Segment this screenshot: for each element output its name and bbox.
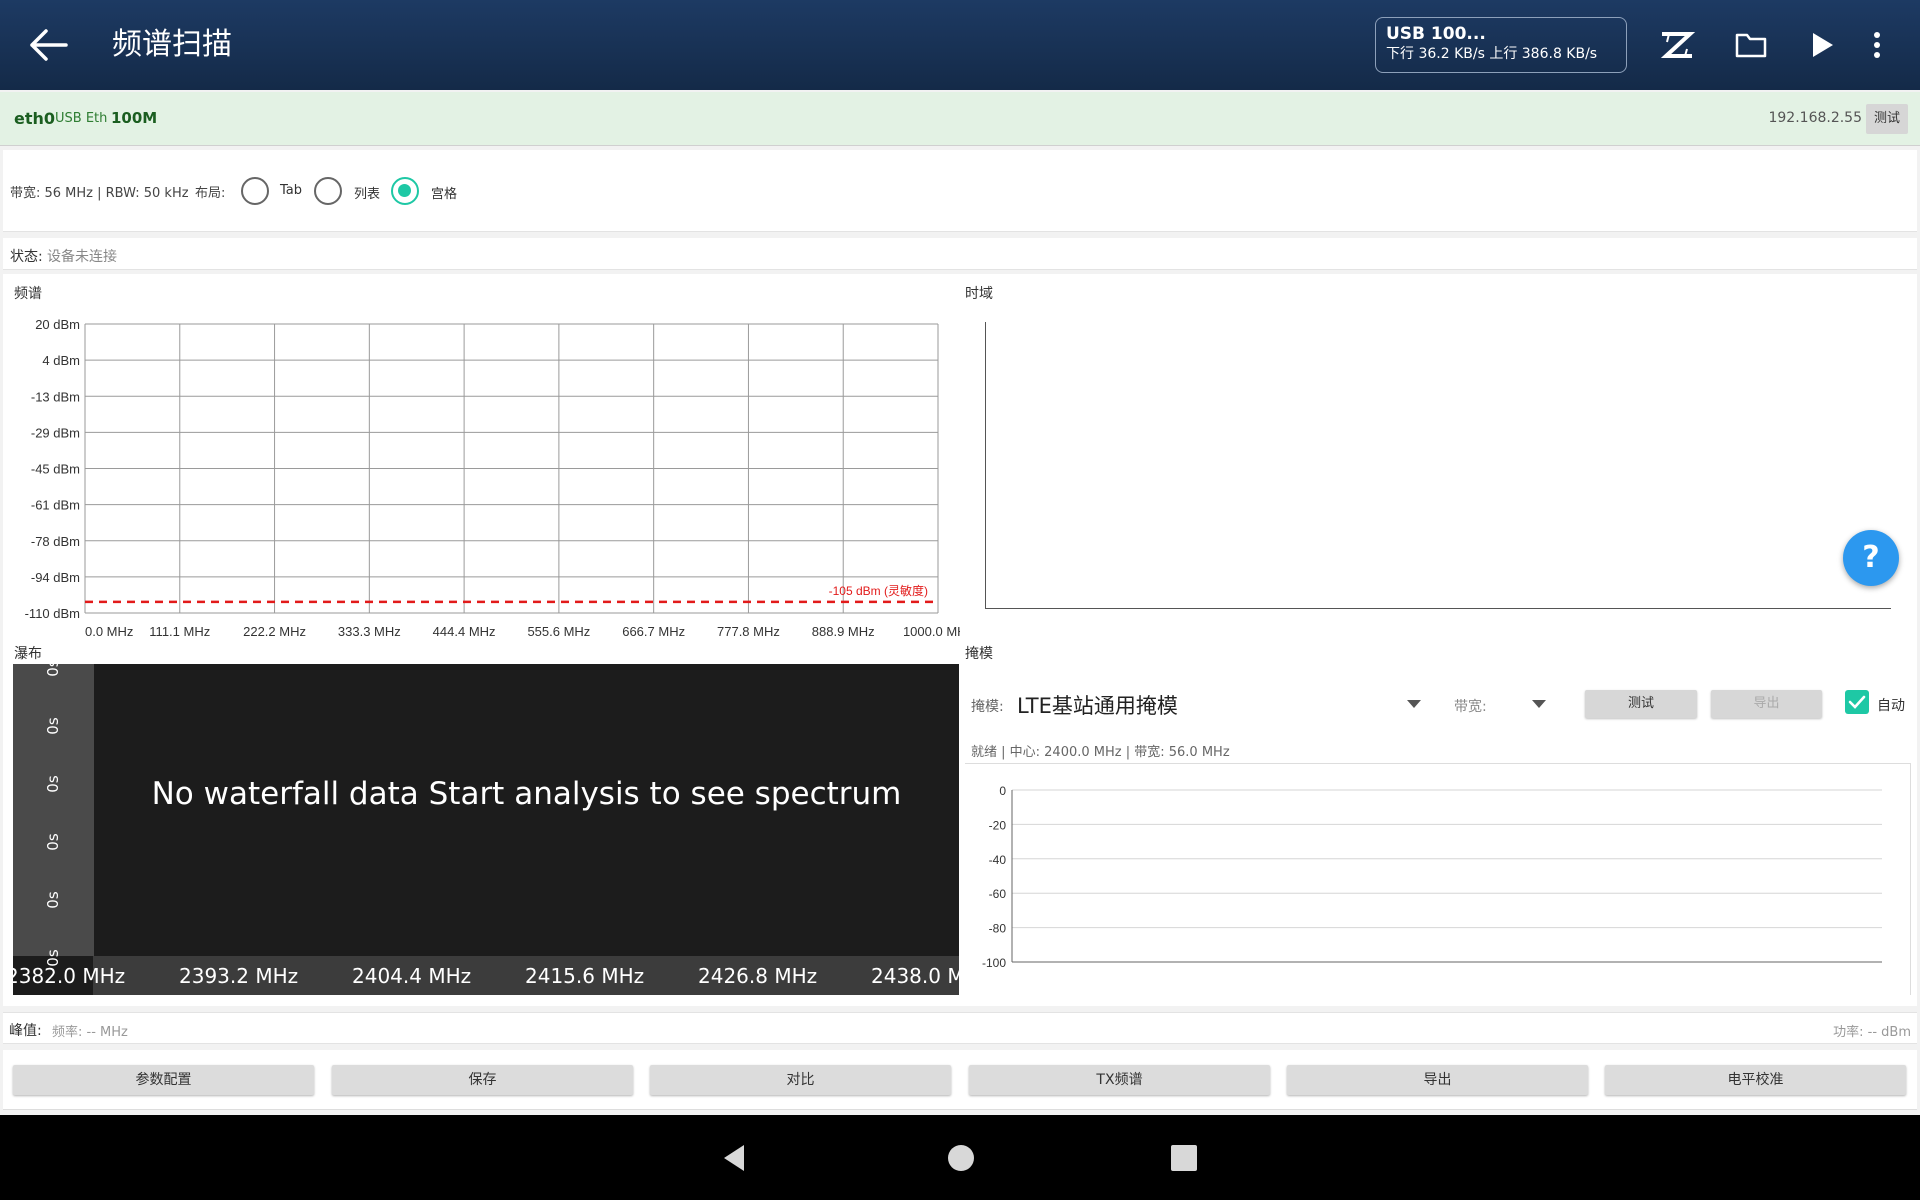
spectrum-chart[interactable]: 20 dBm 4 dBm -13 dBm -29 dBm -45 dBm -61 dBm -…	[0, 310, 960, 640]
save-button[interactable]: 保存	[332, 1065, 633, 1095]
auto-checkbox[interactable]	[1845, 690, 1869, 714]
level-calibration-button[interactable]: 电平校准	[1605, 1065, 1906, 1095]
waterfall-time-axis: 0s 0s 0s 0s 0s 0s	[13, 664, 94, 967]
usb-transfer-speed: 下行 36.2 KB/s 上行 386.8 KB/s	[1386, 46, 1598, 62]
mask-export-button[interactable]: 导出	[1711, 690, 1822, 718]
spectrum-y-tick: -61 dBm	[31, 498, 80, 513]
waterfall-time-label: 0s	[44, 664, 62, 677]
time-domain-chart[interactable]	[985, 322, 1891, 609]
spectrum-y-tick: -78 dBm	[31, 534, 80, 549]
interface-type: USB Eth	[55, 111, 108, 126]
spectrum-x-tick: 1000.0 MHz	[903, 624, 960, 639]
mask-test-button[interactable]: 测试	[1585, 690, 1697, 718]
interface-speed: 100M	[111, 109, 158, 127]
spectrum-x-tick: 666.7 MHz	[622, 624, 685, 639]
spectrum-y-tick: -29 dBm	[31, 425, 80, 440]
compare-button[interactable]: 对比	[650, 1065, 951, 1095]
spectrum-x-tick: 0.0 MHz	[85, 624, 133, 639]
waterfall-time-label: 0s	[44, 775, 62, 793]
spectrum-x-tick: 777.8 MHz	[717, 624, 780, 639]
waterfall-frequency-label: 2404.4 MHz	[352, 964, 472, 988]
mask-y-tick: -60	[989, 887, 1007, 901]
help-button[interactable]: ?	[1843, 530, 1899, 586]
spectrum-x-tick: 888.9 MHz	[812, 624, 875, 639]
peak-row	[3, 1012, 1917, 1044]
auto-label: 自动	[1877, 698, 1905, 714]
spectrum-x-tick: 444.4 MHz	[433, 624, 496, 639]
mask-y-tick: -40	[989, 853, 1007, 867]
status-label: 状态:	[10, 249, 43, 265]
waterfall-time-label: 0s	[44, 833, 62, 851]
play-icon[interactable]	[1801, 25, 1841, 65]
spectrum-y-tick: 20 dBm	[35, 317, 80, 332]
z-logo-icon[interactable]	[1657, 25, 1697, 65]
more-vert-icon[interactable]	[1857, 25, 1897, 65]
waterfall-time-label: 0s	[44, 717, 62, 735]
waterfall-time-label: 0s	[44, 891, 62, 909]
peak-power: 功率: -- dBm	[1833, 1025, 1911, 1040]
mask-y-tick: -80	[989, 922, 1007, 936]
spectrum-y-tick: -110 dBm	[25, 606, 80, 621]
export-button[interactable]: 导出	[1287, 1065, 1588, 1095]
time-domain-title: 时域	[965, 286, 993, 302]
ip-address: 192.168.2.55	[1768, 110, 1862, 126]
network-test-button[interactable]: 测试	[1866, 104, 1908, 134]
mask-info: 就绪 | 中心: 2400.0 MHz | 带宽: 56.0 MHz	[971, 745, 1230, 760]
nav-back-icon[interactable]	[718, 1141, 752, 1175]
back-arrow-icon[interactable]	[24, 24, 74, 66]
waterfall-title: 瀑布	[14, 646, 42, 662]
layout-radio-tab-label[interactable]: Tab	[280, 183, 302, 198]
waterfall-view[interactable]: 0s 0s 0s 0s 0s 0s 2382.0 MHz 2393.2 MHz 2404.4 …	[13, 664, 959, 995]
bandwidth-dropdown-icon[interactable]	[1532, 697, 1546, 711]
spectrum-y-tick: 4 dBm	[42, 353, 80, 368]
spectrum-y-tick: -45 dBm	[31, 462, 80, 477]
mask-title: 掩模	[965, 646, 993, 662]
layout-radio-list-label[interactable]: 列表	[354, 183, 380, 202]
nav-recents-icon[interactable]	[1167, 1141, 1201, 1175]
waterfall-frequency-label: 2393.2 MHz	[179, 964, 299, 988]
mask-dropdown-icon[interactable]	[1407, 697, 1421, 711]
status-row	[3, 238, 1917, 270]
app-bar: 频谱扫描 USB 100... 下行 36.2 KB/s 上行 386.8 KB…	[0, 0, 1920, 90]
page-title: 频谱扫描	[112, 27, 232, 62]
waterfall-frequency-axis: 2382.0 MHz 2393.2 MHz 2404.4 MHz 2415.6 MHz…	[13, 956, 959, 995]
mask-y-tick: 0	[999, 784, 1006, 798]
waterfall-empty-message: No waterfall data Start analysis to see …	[151, 776, 902, 812]
peak-frequency: 频率: -- MHz	[52, 1025, 128, 1040]
waterfall-frequency-label: 2415.6 MHz	[525, 964, 645, 988]
spectrum-y-tick: -13 dBm	[31, 389, 80, 404]
mask-bandwidth-label: 带宽:	[1454, 699, 1487, 715]
sensitivity-reference-label: -105 dBm (灵敏度)	[829, 583, 928, 598]
waterfall-frequency-label: 2382.0 MHz	[13, 964, 126, 988]
tx-spectrum-button[interactable]: TX频谱	[969, 1065, 1270, 1095]
waterfall-frequency-label: 2438.0 MHz	[871, 964, 959, 988]
mask-select[interactable]: LTE基站通用掩模	[1017, 690, 1178, 720]
layout-radio-tab[interactable]	[241, 177, 269, 205]
spectrum-y-tick: -94 dBm	[31, 570, 80, 585]
mask-y-tick: -100	[982, 956, 1006, 970]
param-config-button[interactable]: 参数配置	[13, 1065, 314, 1095]
spectrum-title: 频谱	[14, 286, 42, 302]
spectrum-x-tick: 111.1 MHz	[149, 624, 210, 639]
layout-radio-grid[interactable]	[391, 177, 419, 205]
mask-label: 掩模:	[971, 699, 1004, 715]
layout-label: 布局:	[195, 186, 226, 201]
bandwidth-info: 带宽: 56 MHz | RBW: 50 kHz	[10, 186, 189, 201]
layout-radio-grid-label[interactable]: 宫格	[431, 183, 457, 202]
spectrum-x-tick: 222.2 MHz	[243, 624, 306, 639]
peak-label: 峰值:	[9, 1023, 42, 1039]
interface-name: eth0	[14, 109, 56, 128]
mask-chart[interactable]: 0 -20 -40 -60 -80 -100	[965, 770, 1905, 995]
spectrum-x-tick: 555.6 MHz	[527, 624, 590, 639]
mask-y-tick: -20	[989, 818, 1007, 832]
nav-home-icon[interactable]	[944, 1141, 978, 1175]
folder-icon[interactable]	[1731, 25, 1771, 65]
layout-radio-list[interactable]	[314, 177, 342, 205]
usb-device-name: USB 100...	[1386, 24, 1486, 44]
waterfall-frequency-label: 2426.8 MHz	[698, 964, 818, 988]
usb-status-chip[interactable]: USB 100... 下行 36.2 KB/s 上行 386.8 KB/s	[1375, 17, 1627, 73]
status-value: 设备未连接	[47, 249, 117, 265]
network-info-bar: eth0 USB Eth 100M 192.168.2.55	[0, 92, 1920, 146]
spectrum-x-tick: 333.3 MHz	[338, 624, 401, 639]
